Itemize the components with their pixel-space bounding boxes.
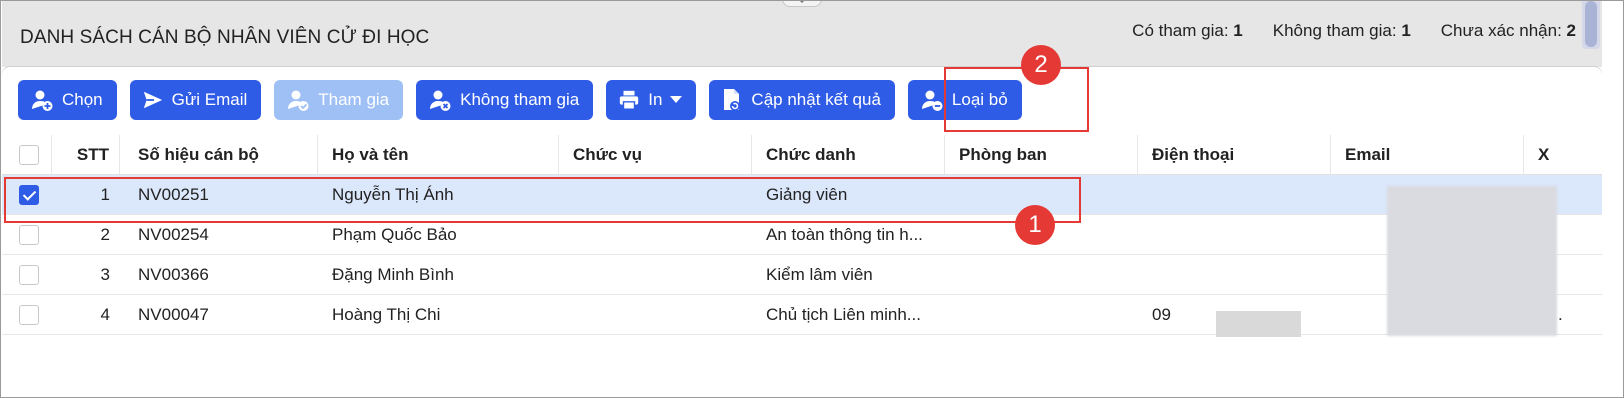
toolbar: Chọn Gửi Email Tham gia Không tham gia I… xyxy=(18,80,1022,120)
button-label: Gửi Email xyxy=(171,90,248,109)
redacted-email-block xyxy=(1387,186,1557,336)
user-check-icon xyxy=(288,90,309,111)
table-header: STT Số hiệu cán bộ Họ và tên Chức vụ Chứ… xyxy=(2,135,1602,175)
scrollbar-thumb[interactable] xyxy=(1585,1,1597,47)
print-button[interactable]: In xyxy=(606,80,697,120)
button-label: Không tham gia xyxy=(460,90,580,109)
cell-title: Chủ tịch Liên minh... xyxy=(766,305,921,324)
column-header-stt[interactable]: STT xyxy=(52,135,120,175)
step-badge-1: 1 xyxy=(1015,205,1055,245)
chevron-down-icon xyxy=(797,1,807,3)
participate-button[interactable]: Tham gia xyxy=(274,80,404,120)
send-email-button[interactable]: Gửi Email xyxy=(129,80,262,120)
collapse-handle[interactable] xyxy=(782,1,822,7)
highlight-box-row xyxy=(4,177,1081,223)
cell-code: NV00366 xyxy=(138,265,209,284)
cell-name: Đặng Minh Bình xyxy=(332,265,454,284)
stat-participating: Có tham gia: 1 xyxy=(1132,21,1243,41)
printer-icon xyxy=(620,90,639,110)
button-label: Chọn xyxy=(62,90,103,109)
select-button[interactable]: Chọn xyxy=(18,80,117,120)
select-all-checkbox[interactable] xyxy=(19,145,39,165)
stat-label: Không tham gia: xyxy=(1272,21,1397,40)
cell-email: . xyxy=(1558,305,1563,324)
document-refresh-icon xyxy=(724,89,741,111)
update-results-button[interactable]: Cập nhật kết quả xyxy=(709,80,895,120)
cell-stt: 4 xyxy=(100,305,110,324)
caret-down-icon xyxy=(670,96,683,103)
cell-stt: 3 xyxy=(100,265,110,284)
button-label: Cập nhật kết quả xyxy=(751,90,881,109)
cell-phone: 09 xyxy=(1152,305,1171,324)
cell-code: NV00047 xyxy=(138,305,209,324)
stat-label: Chưa xác nhận: xyxy=(1440,21,1562,40)
header-select-cell xyxy=(2,135,52,175)
add-user-icon xyxy=(32,90,53,111)
button-label: Tham gia xyxy=(318,90,390,109)
stat-label: Có tham gia: xyxy=(1132,21,1229,40)
stat-value: 2 xyxy=(1566,21,1576,40)
button-label: In xyxy=(648,90,663,109)
column-header-position[interactable]: Chức vụ xyxy=(559,135,752,175)
send-icon xyxy=(143,91,162,109)
table-row[interactable]: 3 NV00366 Đặng Minh Bình Kiểm lâm viên xyxy=(2,255,1602,295)
stat-value: 1 xyxy=(1401,21,1411,40)
step-badge-2: 2 xyxy=(1021,45,1061,85)
row-checkbox[interactable] xyxy=(19,305,39,325)
column-header-code[interactable]: Số hiệu cán bộ xyxy=(120,135,318,175)
column-header-title[interactable]: Chức danh xyxy=(752,135,945,175)
header-bar: DANH SÁCH CÁN BỘ NHÂN VIÊN CỬ ĐI HỌC Có … xyxy=(2,1,1602,67)
stat-not-participating: Không tham gia: 1 xyxy=(1273,21,1411,41)
not-participate-button[interactable]: Không tham gia xyxy=(416,80,594,120)
row-checkbox[interactable] xyxy=(19,265,39,285)
user-remove-icon xyxy=(921,90,943,111)
page-title: DANH SÁCH CÁN BỘ NHÂN VIÊN CỬ ĐI HỌC xyxy=(20,27,430,48)
cell-name: Hoàng Thị Chi xyxy=(332,305,441,324)
vertical-scrollbar[interactable] xyxy=(1582,1,1600,49)
column-header-extra[interactable]: X xyxy=(1524,135,1602,175)
status-summary: Có tham gia: 1 Không tham gia: 1 Chưa xá… xyxy=(1132,21,1576,41)
user-x-icon xyxy=(430,90,451,111)
stat-unconfirmed: Chưa xác nhận: 2 xyxy=(1441,21,1576,41)
column-header-name[interactable]: Họ và tên xyxy=(318,135,559,175)
column-header-department[interactable]: Phòng ban xyxy=(945,135,1138,175)
column-header-phone[interactable]: Điện thoại xyxy=(1138,135,1331,175)
table-row[interactable]: 4 NV00047 Hoàng Thị Chi Chủ tịch Liên mi… xyxy=(2,295,1602,335)
highlight-box-remove-button xyxy=(944,67,1089,132)
window: DANH SÁCH CÁN BỘ NHÂN VIÊN CỬ ĐI HỌC Có … xyxy=(0,0,1624,398)
column-header-email[interactable]: Email xyxy=(1331,135,1524,175)
stat-value: 1 xyxy=(1233,21,1243,40)
cell-title: Kiểm lâm viên xyxy=(766,265,873,284)
redacted-phone-block xyxy=(1216,311,1301,337)
row-checkbox[interactable] xyxy=(19,225,39,245)
